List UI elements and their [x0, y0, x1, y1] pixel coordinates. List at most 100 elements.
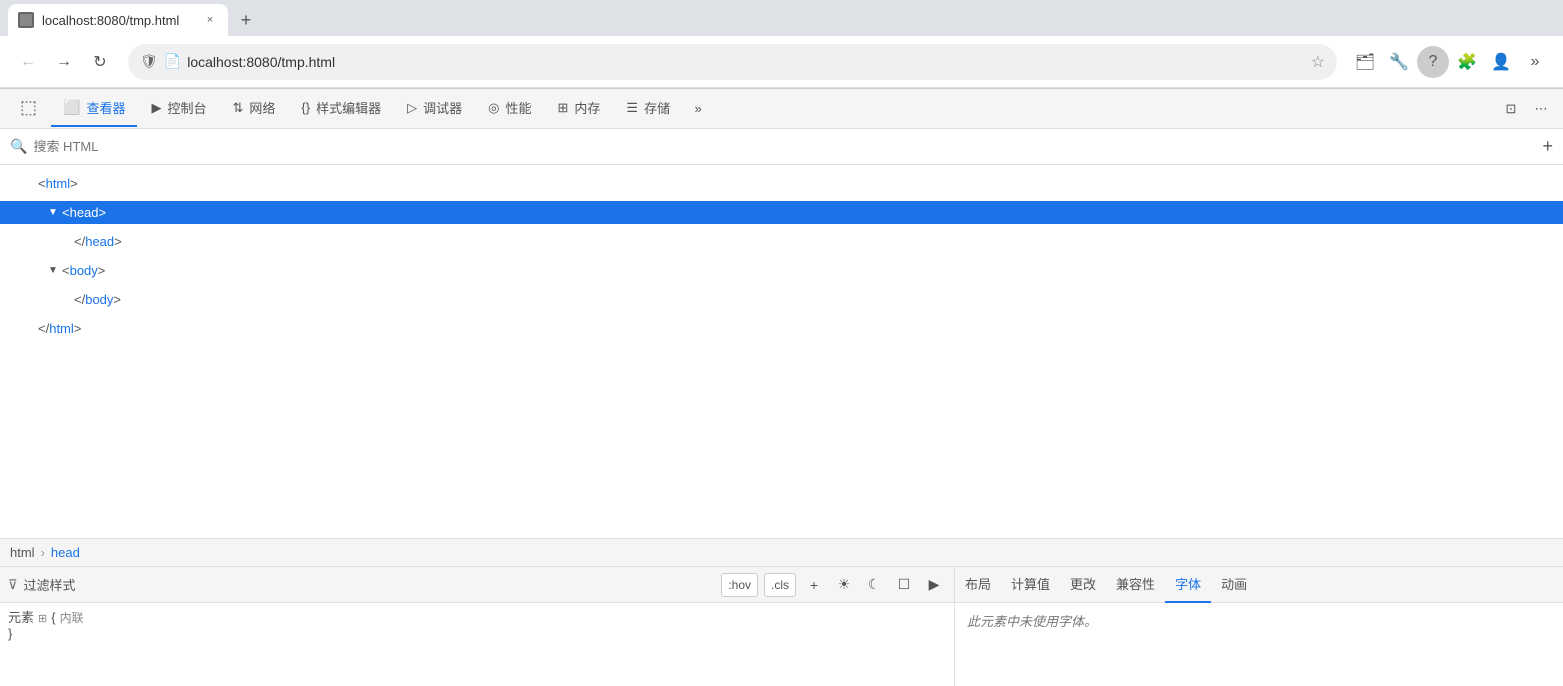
- tab-network[interactable]: ⇅ 网络: [220, 91, 287, 127]
- tab-performance[interactable]: ◎ 性能: [476, 91, 543, 127]
- tag-name-head: head: [70, 205, 99, 220]
- layout-button[interactable]: ⊡: [1497, 95, 1525, 123]
- tag-bracket: <: [62, 263, 70, 278]
- devtools-menu-button[interactable]: ⋯: [1527, 95, 1555, 123]
- storage-icon: ☰: [626, 100, 638, 116]
- tag-name-html: html: [46, 176, 71, 191]
- console-label: 控制台: [167, 98, 206, 117]
- picker-icon: ⬚: [20, 97, 37, 118]
- debugger-label: 调试器: [423, 98, 462, 117]
- tree-node-html-open[interactable]: <html>: [0, 169, 1563, 198]
- tab-fonts[interactable]: 字体: [1165, 567, 1211, 603]
- profile-icon[interactable]: 👤: [1485, 46, 1517, 78]
- address-bar[interactable]: 🛡 📄 ☆: [128, 44, 1337, 80]
- nav-bar: ← → ↻ 🛡 📄 ☆ 🗂 🔧 ? 🧩 👤 »: [0, 36, 1563, 88]
- inspector-icon: ⬜: [63, 99, 80, 116]
- cls-button[interactable]: .cls: [764, 573, 796, 597]
- search-input[interactable]: [33, 139, 1536, 154]
- tools-icon[interactable]: 🔧: [1383, 46, 1415, 78]
- add-node-button[interactable]: +: [1542, 136, 1553, 157]
- browser-tab[interactable]: localhost:8080/tmp.html ×: [8, 4, 228, 36]
- breadcrumb-bar: html › head: [0, 538, 1563, 566]
- inspector-label: 查看器: [86, 98, 125, 117]
- more-tabs-button[interactable]: »: [684, 95, 712, 123]
- dark-mode-button[interactable]: ☾: [862, 573, 886, 597]
- pocket-icon[interactable]: 🗂: [1349, 46, 1381, 78]
- play-button[interactable]: ▶: [922, 573, 946, 597]
- styles-section: ⊽ 过滤样式 :hov .cls + ☀ ☾ ☐ ▶ 元素: [0, 566, 1563, 686]
- styles-left-panel: ⊽ 过滤样式 :hov .cls + ☀ ☾ ☐ ▶ 元素: [0, 567, 955, 686]
- tab-changes[interactable]: 更改: [1060, 567, 1106, 603]
- tag-bracket: >: [114, 234, 122, 249]
- triangle-html: [24, 178, 36, 190]
- address-icons: ☆: [1311, 52, 1325, 72]
- more-button[interactable]: »: [1519, 46, 1551, 78]
- tag-bracket: </: [38, 321, 49, 336]
- styles-content: 元素 ⊞ { 内联 }: [0, 603, 954, 686]
- rule-brace-close: }: [8, 626, 12, 641]
- light-mode-button[interactable]: ☀: [832, 573, 856, 597]
- triangle-body: ▼: [48, 265, 60, 277]
- tab-bar: localhost:8080/tmp.html × +: [0, 0, 1563, 36]
- new-tab-button[interactable]: +: [232, 6, 260, 34]
- tab-inspector[interactable]: ⬜ 查看器: [51, 91, 137, 127]
- tab-console[interactable]: ▶ 控制台: [139, 91, 218, 127]
- refresh-button[interactable]: ↻: [84, 46, 116, 78]
- memory-icon: ⊞: [557, 100, 568, 116]
- tab-compat[interactable]: 兼容性: [1106, 567, 1165, 603]
- tree-node-html-close[interactable]: </html>: [0, 314, 1563, 343]
- filter-label: 过滤样式: [24, 575, 76, 594]
- triangle-empty: [60, 236, 72, 248]
- tree-node-html-open-content[interactable]: <html>: [0, 172, 1563, 195]
- tree-node-html-close-content[interactable]: </html>: [0, 317, 1563, 340]
- breadcrumb-html[interactable]: html: [10, 545, 35, 560]
- tab-computed[interactable]: 计算值: [1001, 567, 1060, 603]
- rule-selector: 元素: [8, 607, 34, 626]
- tab-debugger[interactable]: ▷ 调试器: [395, 91, 474, 127]
- tab-style-editor[interactable]: {} 样式编辑器: [289, 91, 393, 127]
- extensions-icon[interactable]: 🧩: [1451, 46, 1483, 78]
- storage-label: 存储: [644, 98, 670, 117]
- filter-icon: ⊽: [8, 577, 18, 593]
- tree-node-body-close-content[interactable]: </body>: [0, 288, 1563, 311]
- hov-button[interactable]: :hov: [721, 573, 758, 597]
- tab-animation[interactable]: 动画: [1211, 567, 1257, 603]
- tree-node-head-open[interactable]: ▼ <head>: [0, 198, 1563, 227]
- tree-node-head-close-content[interactable]: </head>: [0, 230, 1563, 253]
- help-icon[interactable]: ?: [1417, 46, 1449, 78]
- tab-layout[interactable]: 布局: [955, 567, 1001, 603]
- tag-bracket: >: [113, 292, 121, 307]
- tab-storage[interactable]: ☰ 存储: [614, 91, 682, 127]
- debugger-icon: ▷: [407, 100, 417, 116]
- back-button[interactable]: ←: [12, 46, 44, 78]
- html-tree: <html> ▼ <head> </head>: [0, 165, 1563, 538]
- rule-brace-open: {: [51, 610, 55, 625]
- tab-close-button[interactable]: ×: [202, 12, 218, 28]
- star-icon[interactable]: ☆: [1311, 52, 1325, 72]
- breadcrumb-head[interactable]: head: [51, 545, 80, 560]
- style-label: 样式编辑器: [316, 98, 381, 117]
- triangle-empty3: [24, 323, 36, 335]
- style-icon: {}: [301, 100, 310, 115]
- tab-memory[interactable]: ⊞ 内存: [545, 91, 612, 127]
- nav-right-icons: 🗂 🔧 ? 🧩 👤 »: [1349, 46, 1551, 78]
- tag-bracket: <: [38, 176, 46, 191]
- address-input[interactable]: [187, 54, 1304, 70]
- tree-node-body-open-content[interactable]: ▼ <body>: [0, 259, 1563, 282]
- right-tabs: 布局 计算值 更改 兼容性 字体 动画: [955, 567, 1563, 603]
- screenshot-button[interactable]: ☐: [892, 573, 916, 597]
- tag-bracket: >: [98, 263, 106, 278]
- tag-name-html-close: html: [49, 321, 74, 336]
- tag-name-body: body: [70, 263, 98, 278]
- tree-node-head-open-content[interactable]: ▼ <head>: [0, 201, 1563, 224]
- add-rule-button[interactable]: +: [802, 573, 826, 597]
- inspector-picker[interactable]: ⬚: [8, 91, 49, 127]
- inspector-section: 🔍 + <html> ▼ <head>: [0, 129, 1563, 686]
- tree-node-body-close[interactable]: </body>: [0, 285, 1563, 314]
- forward-button[interactable]: →: [48, 46, 80, 78]
- styles-toolbar: ⊽ 过滤样式 :hov .cls + ☀ ☾ ☐ ▶: [0, 567, 954, 603]
- tree-node-head-close[interactable]: </head>: [0, 227, 1563, 256]
- tree-node-body-open[interactable]: ▼ <body>: [0, 256, 1563, 285]
- element-rule: 元素 ⊞ { 内联: [8, 607, 946, 626]
- devtools-panel: ⬚ ⬜ 查看器 ▶ 控制台 ⇅ 网络 {} 样式编辑器 ▷ 调试器: [0, 88, 1563, 686]
